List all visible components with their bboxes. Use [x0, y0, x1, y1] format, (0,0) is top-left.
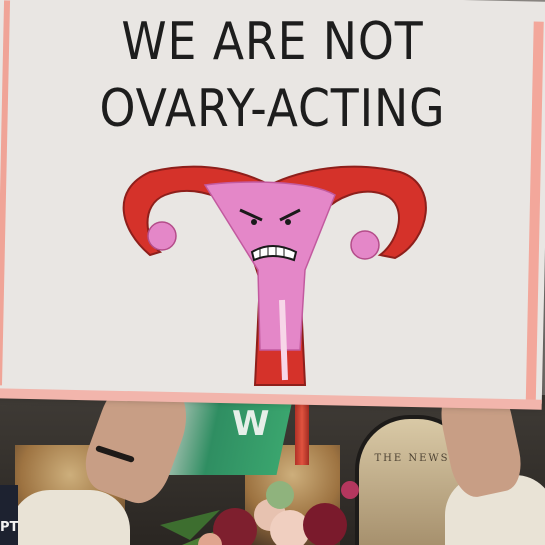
photo-scene: THE NEWS W PT WE ARE NOT OVARY-ACTING — [0, 0, 545, 545]
angry-uterus-icon — [122, 165, 427, 386]
